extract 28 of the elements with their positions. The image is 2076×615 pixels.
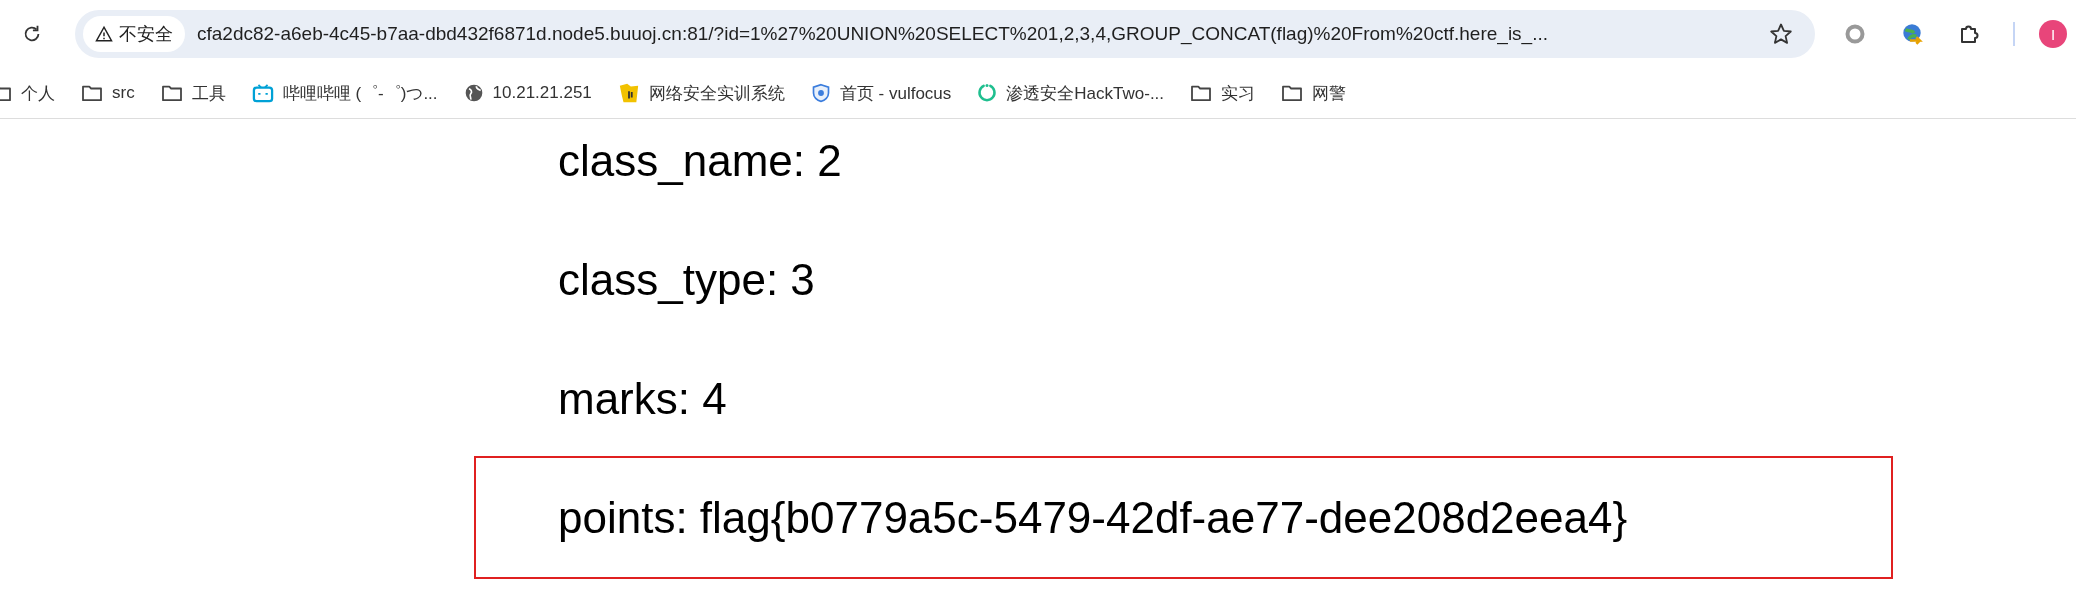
shield-icon [810,82,831,104]
bookmark-item[interactable]: src [81,83,135,103]
globe-icon [463,83,484,103]
address-bar[interactable]: 不安全 cfa2dc82-a6eb-4c45-b7aa-dbd432f6871d.node5.buuoj.cn:81/?id=1%27%20UNION%20SELECT%201,2,3,4,GROUP_CONCAT(flag)%20From%20ctf.here_is_... [75,10,1815,58]
ring-icon[interactable] [1843,22,1867,46]
loading-ring-icon [977,83,998,103]
bookmark-item[interactable]: 哔哩哔哩 (゜-゜)つ... [251,81,438,105]
folder-icon [1281,84,1304,102]
bookmark-item[interactable]: 网警 [1281,81,1347,105]
bookmark-item[interactable]: 10.21.21.251 [463,83,592,103]
bookmark-item[interactable]: 个人 [0,81,55,105]
bookmark-item[interactable]: 工具 [160,81,226,105]
bookmark-item[interactable]: 实习 [1190,81,1256,105]
field-text: marks: 4 [557,377,728,420]
security-chip[interactable]: 不安全 [83,16,185,52]
folder-icon [1190,84,1213,102]
folder-icon [81,84,103,102]
folder-icon [160,84,183,102]
bookmark-item[interactable]: 网络安全实训系统 [617,81,785,105]
badge-icon [617,82,640,104]
bookmark-item[interactable]: 首页 - vulfocus [810,81,952,105]
bookmark-item[interactable]: 渗透安全HackTwo-... [977,81,1165,105]
tv-icon [251,83,274,103]
warning-icon [95,25,113,43]
profile-avatar[interactable]: I [2039,20,2067,48]
field-text: points: flag{b0779a5c-5479-42df-ae77-dee208d2eea4} [558,493,1628,542]
star-icon[interactable] [1769,22,1793,46]
url-text: cfa2dc82-a6eb-4c45-b7aa-dbd432f6871d.node5.buuoj.cn:81/?id=1%27%20UNION%20SELECT%201,2,3,4,GROUP_CONCAT(flag)%20From%20ctf.here_is_... [197,23,1549,45]
